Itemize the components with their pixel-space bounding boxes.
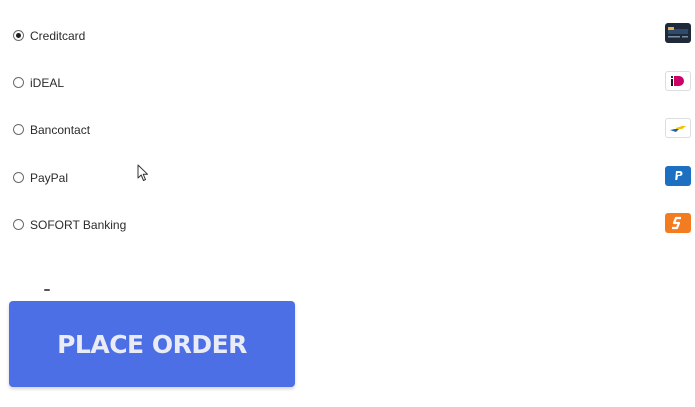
payment-option-label[interactable]: Creditcard xyxy=(30,28,85,44)
payment-option-label[interactable]: Bancontact xyxy=(30,122,90,138)
ideal-icon xyxy=(665,71,691,91)
payment-option-label[interactable]: iDEAL xyxy=(30,75,64,91)
creditcard-icon xyxy=(665,23,691,43)
payment-option-label[interactable]: SOFORT Banking xyxy=(30,217,126,233)
payment-option-creditcard[interactable]: Creditcard xyxy=(0,22,695,52)
place-order-button[interactable]: PLACE ORDER xyxy=(9,301,295,387)
paypal-radio[interactable] xyxy=(13,172,24,183)
bancontact-radio[interactable] xyxy=(13,124,24,135)
ideal-radio[interactable] xyxy=(13,77,24,88)
creditcard-radio[interactable] xyxy=(13,30,24,41)
payment-option-paypal[interactable]: PayPal xyxy=(0,164,695,194)
sofort-radio[interactable] xyxy=(13,219,24,230)
payment-option-bancontact[interactable]: Bancontact xyxy=(0,116,695,146)
payment-option-ideal[interactable]: iDEAL xyxy=(0,69,695,99)
checkout-payment-section: Creditcard iDEAL Bancontact PayPal SOFOR… xyxy=(0,0,695,407)
divider-mark xyxy=(44,289,50,291)
payment-option-label[interactable]: PayPal xyxy=(30,170,68,186)
mouse-cursor-icon xyxy=(137,164,149,182)
sofort-icon xyxy=(665,213,691,233)
paypal-icon xyxy=(665,166,691,186)
payment-option-sofort[interactable]: SOFORT Banking xyxy=(0,211,695,241)
bancontact-icon xyxy=(665,118,691,138)
